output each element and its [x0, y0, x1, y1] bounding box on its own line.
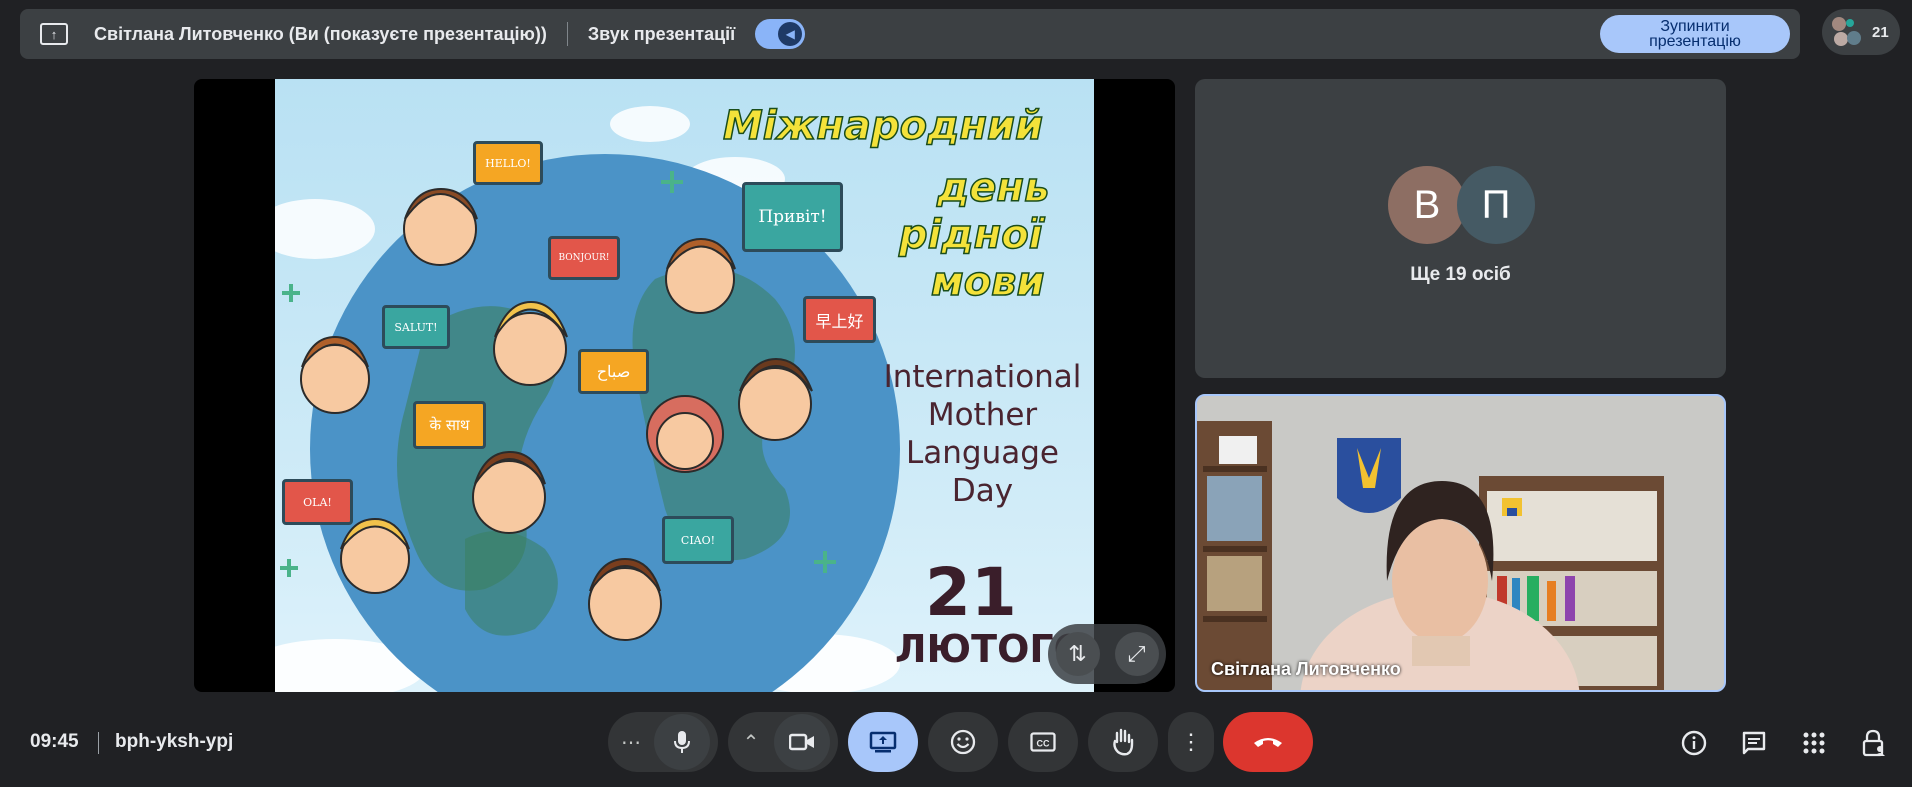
presenting-bar: ↑ Світлана Литовченко (Ви (показуєте пре… [20, 9, 1800, 59]
participants-chip[interactable]: 21 [1822, 9, 1900, 55]
volume-icon: ◀ [778, 22, 803, 46]
present-now-button[interactable] [848, 712, 918, 772]
microphone-icon [674, 731, 690, 753]
others-tile[interactable]: В П Ще 19 осіб [1195, 79, 1726, 378]
others-count-label: Ще 19 осіб [1410, 264, 1511, 285]
activities-button[interactable] [1797, 726, 1831, 760]
presenter-label: Світлана Литовченко (Ви (показуєте презе… [94, 23, 547, 44]
meeting-code: bph-yksh-ypj [115, 731, 234, 752]
speech-bubble: HELLO! [473, 141, 543, 185]
speech-bubble: Привіт! [742, 182, 843, 252]
more-vert-icon: ⋮ [1180, 729, 1202, 754]
svg-text:CC: CC [1037, 739, 1050, 749]
stop-presenting-button[interactable]: Зупинити презентацію [1600, 15, 1790, 53]
leave-call-button[interactable] [1223, 712, 1313, 772]
camera-button[interactable] [774, 714, 830, 770]
avatar: В [1388, 166, 1466, 244]
lock-person-icon [1862, 729, 1885, 757]
presentation-slide: HELLO! Привіт! BONJOUR! SALUT! 早上好 صباح … [275, 79, 1094, 692]
avatar: П [1457, 166, 1535, 244]
speech-bubble: صباح [578, 349, 649, 394]
speech-bubble: के साथ [413, 401, 486, 449]
captions-button[interactable]: CC [1008, 712, 1078, 772]
participant-count: 21 [1872, 23, 1889, 41]
presentation-sound-label: Звук презентації [587, 23, 736, 44]
present-screen-icon [869, 731, 897, 753]
audio-options-icon[interactable]: ⋯ [608, 714, 654, 770]
slide-english-line: Mother [927, 397, 1038, 433]
video-options-icon[interactable]: ⌃ [728, 714, 774, 770]
reactions-button[interactable] [928, 712, 998, 772]
slide-english-line: International [883, 359, 1082, 395]
chat-icon [1742, 731, 1766, 755]
camera-tile[interactable]: Світлана Литовченко [1195, 394, 1726, 692]
participant-avatars-icon [1832, 17, 1862, 47]
apps-grid-icon [1803, 732, 1825, 754]
divider [566, 22, 568, 46]
slide-title-line: Міжнародний [722, 102, 1044, 150]
swap-layout-icon[interactable]: ⇅ [1055, 632, 1100, 676]
end-call-icon [1254, 738, 1282, 747]
more-options-button[interactable]: ⋮ [1168, 712, 1214, 772]
presentation-overlay-controls: ⇅ ⤢ [1048, 624, 1166, 684]
slide-title-line: день [936, 164, 1050, 212]
camera-participant-name: Світлана Литовченко [1211, 659, 1401, 679]
emoji-icon [950, 729, 976, 755]
raise-hand-icon [1113, 728, 1134, 756]
slide-english-line: Language [906, 435, 1059, 471]
speech-bubble: SALUT! [382, 305, 450, 349]
slide-english-line: Day [951, 473, 1014, 509]
video-camera-icon [789, 733, 814, 751]
divider [98, 732, 99, 754]
camera-video-feed [1197, 396, 1724, 690]
presentation-stage: HELLO! Привіт! BONJOUR! SALUT! 早上好 صباح … [194, 79, 1175, 692]
info-icon [1681, 730, 1707, 756]
captions-icon: CC [1030, 732, 1056, 752]
speech-bubble: CIAO! [662, 516, 734, 564]
slide-date-number: 21 [925, 554, 1017, 631]
chat-button[interactable] [1737, 726, 1771, 760]
fullscreen-icon[interactable]: ⤢ [1114, 632, 1159, 676]
camera-control-group: ⌃ [728, 712, 838, 772]
present-screen-icon: ↑ [40, 23, 68, 45]
speech-bubble: OLA! [282, 479, 353, 525]
microphone-control-group: ⋯ [608, 712, 718, 772]
meeting-details-button[interactable] [1677, 726, 1711, 760]
presentation-sound-toggle[interactable]: ◀ [755, 19, 806, 49]
meeting-clock: 09:45 [30, 731, 79, 752]
speech-bubble: 早上好 [803, 296, 876, 343]
speech-bubble: BONJOUR! [548, 236, 620, 280]
host-controls-button[interactable] [1857, 726, 1891, 760]
meet-window: ↑ Світлана Литовченко (Ви (показуєте пре… [0, 0, 1912, 787]
raise-hand-button[interactable] [1088, 712, 1158, 772]
slide-title-line: рідної [898, 211, 1043, 259]
microphone-button[interactable] [654, 714, 710, 770]
slide-title-line: мови [930, 258, 1045, 306]
